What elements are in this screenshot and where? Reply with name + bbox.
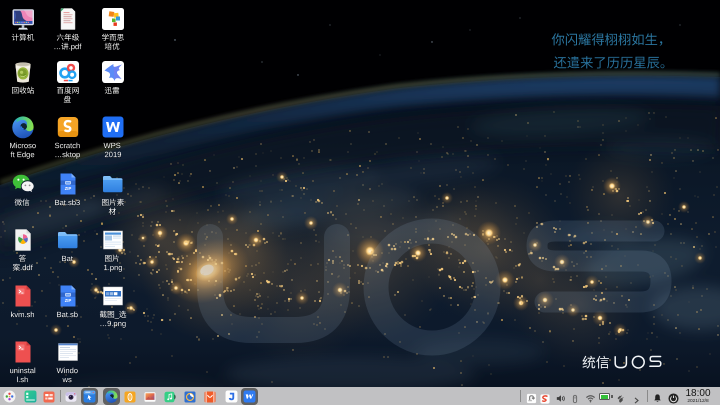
svg-text:ZIP: ZIP	[64, 298, 71, 303]
svg-text:ZIP: ZIP	[64, 186, 71, 191]
